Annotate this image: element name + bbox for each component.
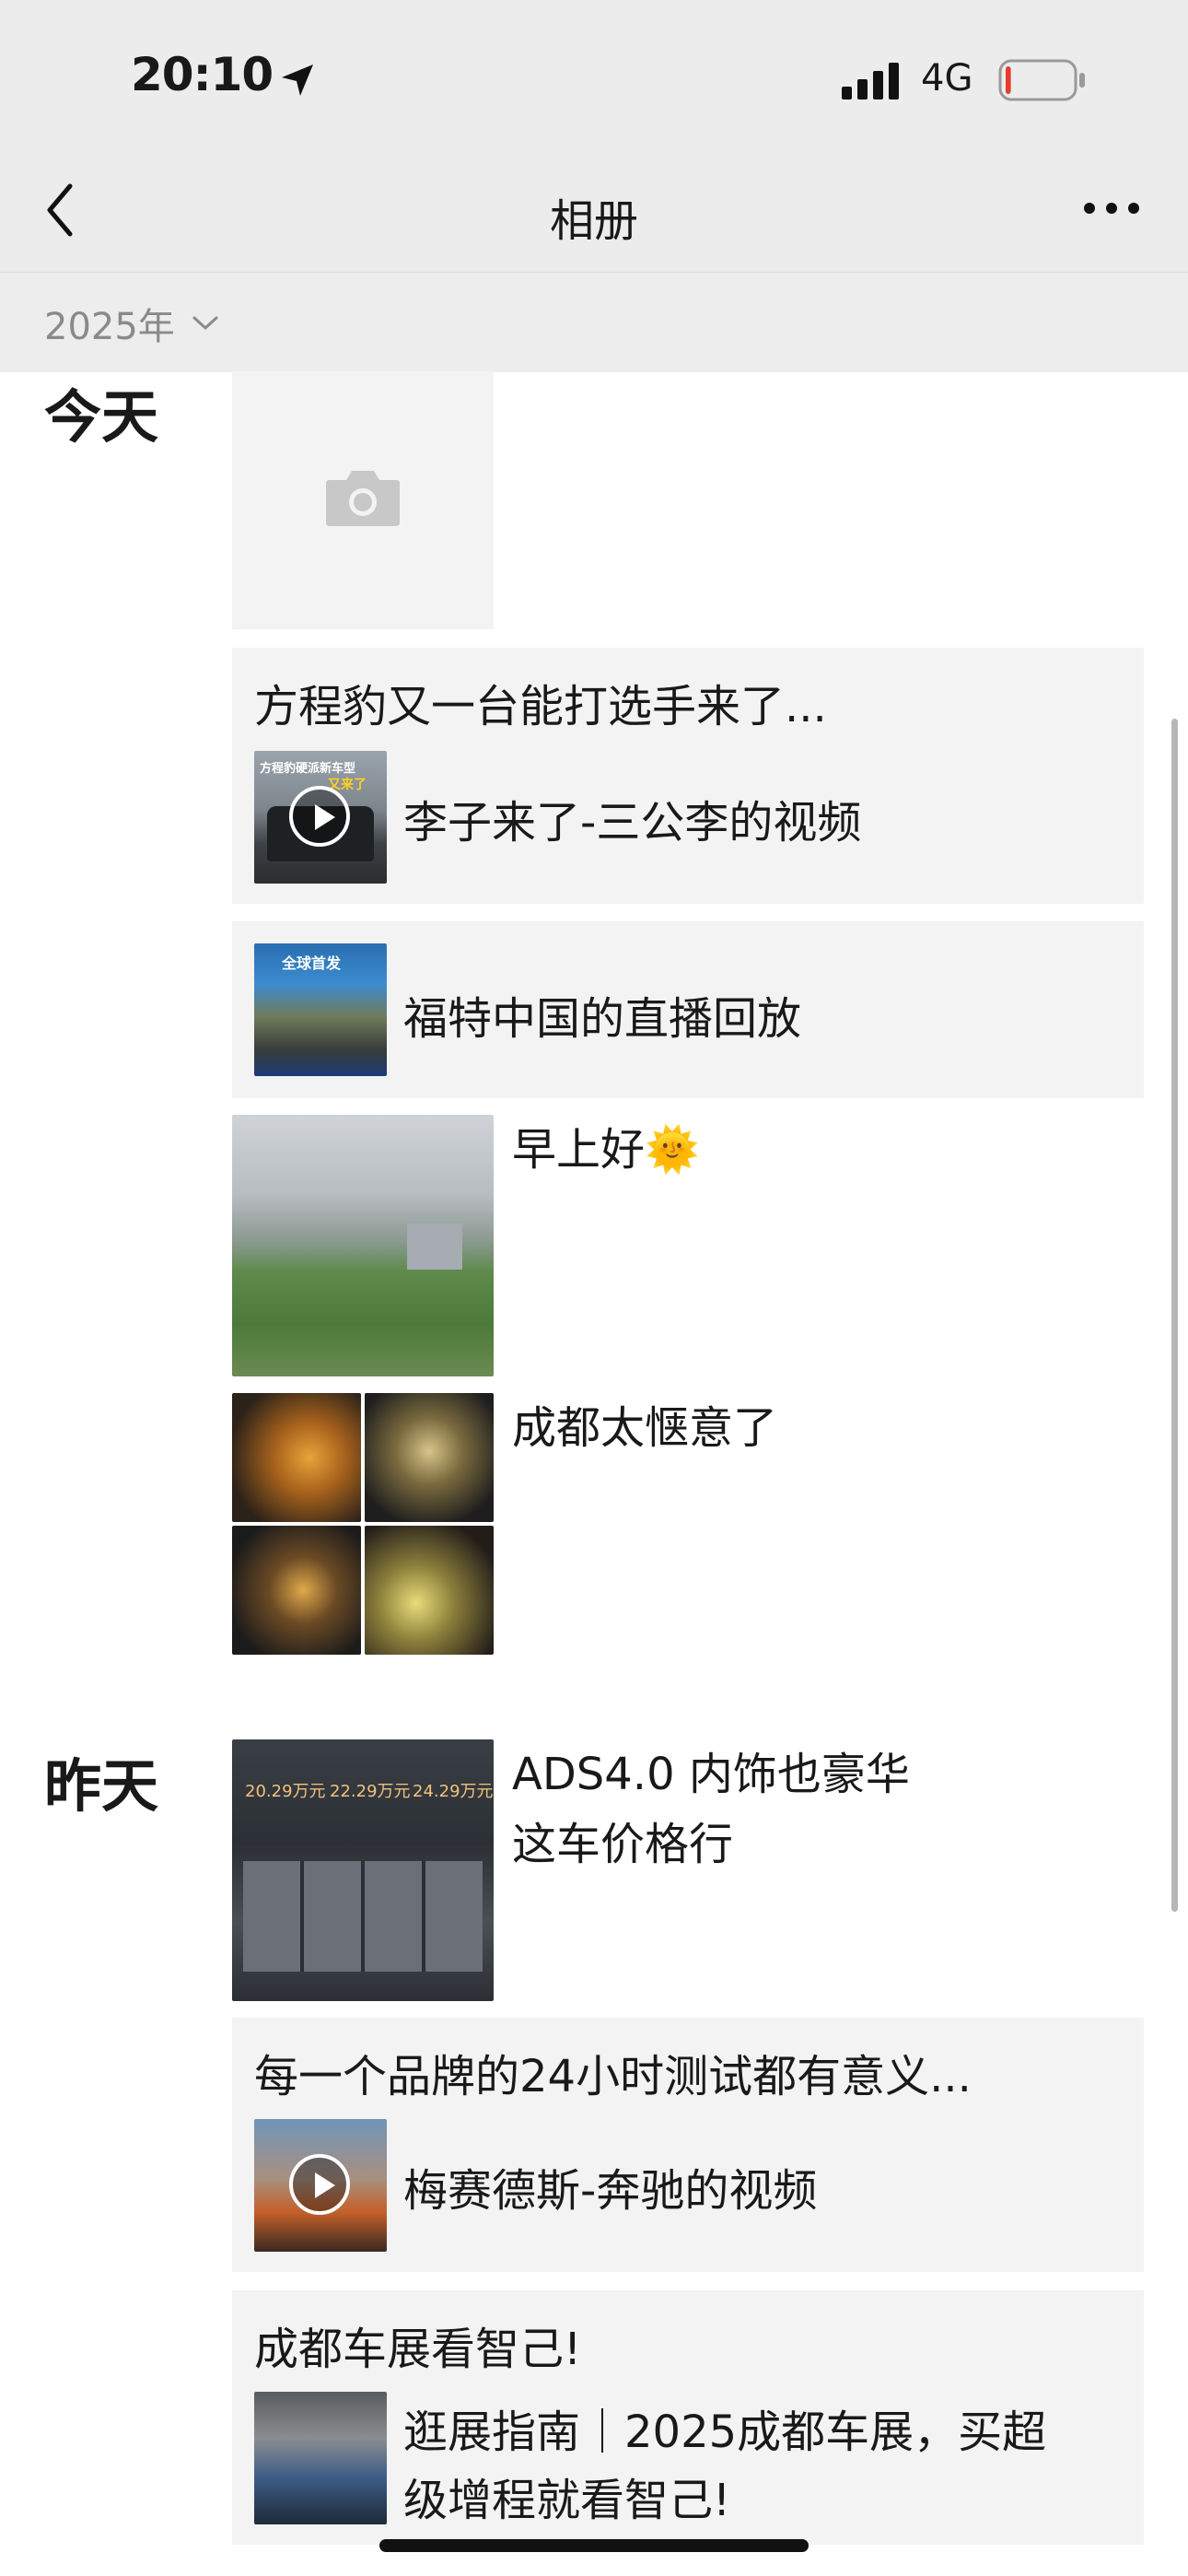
video-thumbnail[interactable]: 方程豹硬派新车型 又来了 bbox=[254, 751, 387, 884]
post-text-line-2: 这车价格行 bbox=[512, 1819, 734, 1870]
home-indicator[interactable] bbox=[379, 2539, 809, 2552]
photo-cityscape[interactable] bbox=[232, 1115, 494, 1376]
more-icon[interactable] bbox=[1083, 201, 1140, 216]
post-text: 成都太惬意了 bbox=[512, 1402, 778, 1454]
status-time: 20:10 bbox=[131, 48, 274, 101]
article-thumbnail[interactable] bbox=[254, 2392, 387, 2524]
year-label: 2025年 bbox=[44, 306, 175, 348]
play-icon bbox=[289, 786, 350, 847]
thumb-caption: 全球首发 bbox=[282, 954, 342, 972]
building-cluster bbox=[407, 1224, 462, 1270]
post-text: 方程豹又一台能打选手来了... bbox=[254, 681, 827, 732]
network-type: 4G bbox=[921, 57, 973, 100]
price-3: 24.29万元 bbox=[413, 1782, 494, 1801]
link-title: 李子来了-三公李的视频 bbox=[403, 797, 862, 849]
live-thumbnail[interactable]: 全球首发 bbox=[254, 943, 387, 1076]
location-arrow-icon bbox=[282, 64, 313, 96]
video-thumbnail[interactable] bbox=[254, 2119, 387, 2252]
post-text-line-1: ADS4.0 内饰也豪华 bbox=[512, 1749, 910, 1800]
post-text: 成都车展看智己! bbox=[254, 2324, 582, 2375]
day-label-today: 今天 bbox=[44, 383, 159, 451]
shared-video-post[interactable]: 每一个品牌的24小时测试都有意义... 梅赛德斯-奔驰的视频 bbox=[232, 2018, 1144, 2272]
post-text: 早上好🌞 bbox=[512, 1124, 700, 1176]
battery-icon bbox=[998, 59, 1085, 101]
photo-grid[interactable] bbox=[232, 1393, 494, 1655]
thumb-caption: 方程豹硬派新车型 bbox=[260, 762, 356, 776]
chevron-down-icon bbox=[192, 316, 218, 330]
shared-article-post[interactable]: 成都车展看智己! 逛展指南｜2025成都车展，买超 级增程就看智己! bbox=[232, 2290, 1144, 2545]
photo-drinks-3[interactable] bbox=[232, 1526, 361, 1655]
year-filter[interactable]: 2025年 bbox=[44, 297, 219, 350]
link-title: 梅赛德斯-奔驰的视频 bbox=[403, 2165, 818, 2217]
post-text: 每一个品牌的24小时测试都有意义... bbox=[254, 2051, 972, 2102]
play-icon bbox=[289, 2154, 350, 2215]
signal-icon bbox=[842, 63, 899, 100]
photo-price-poster[interactable]: 20.29万元 22.29万元 24.29万元 bbox=[232, 1739, 494, 2001]
photo-drinks-2[interactable] bbox=[365, 1393, 494, 1522]
link-title-line-2: 级增程就看智己! bbox=[403, 2475, 731, 2526]
shared-video-post[interactable]: 方程豹又一台能打选手来了... 方程豹硬派新车型 又来了 李子来了-三公李的视频 bbox=[232, 648, 1144, 904]
new-post-camera-tile[interactable] bbox=[232, 371, 494, 629]
link-title: 福特中国的直播回放 bbox=[403, 993, 802, 1045]
day-label-yesterday: 昨天 bbox=[44, 1752, 159, 1820]
price-2: 22.29万元 bbox=[330, 1782, 411, 1801]
camera-icon bbox=[326, 471, 400, 526]
photo-drinks-4[interactable] bbox=[365, 1526, 494, 1655]
price-1: 20.29万元 bbox=[245, 1782, 326, 1801]
scrollbar[interactable] bbox=[1171, 719, 1178, 1912]
page-title: 相册 bbox=[549, 195, 638, 247]
link-title-line-1: 逛展指南｜2025成都车展，买超 bbox=[403, 2406, 1047, 2458]
shared-live-replay-post[interactable]: 全球首发 福特中国的直播回放 bbox=[232, 921, 1144, 1098]
photo-drinks-1[interactable] bbox=[232, 1393, 361, 1522]
feature-panels bbox=[243, 1861, 483, 1972]
